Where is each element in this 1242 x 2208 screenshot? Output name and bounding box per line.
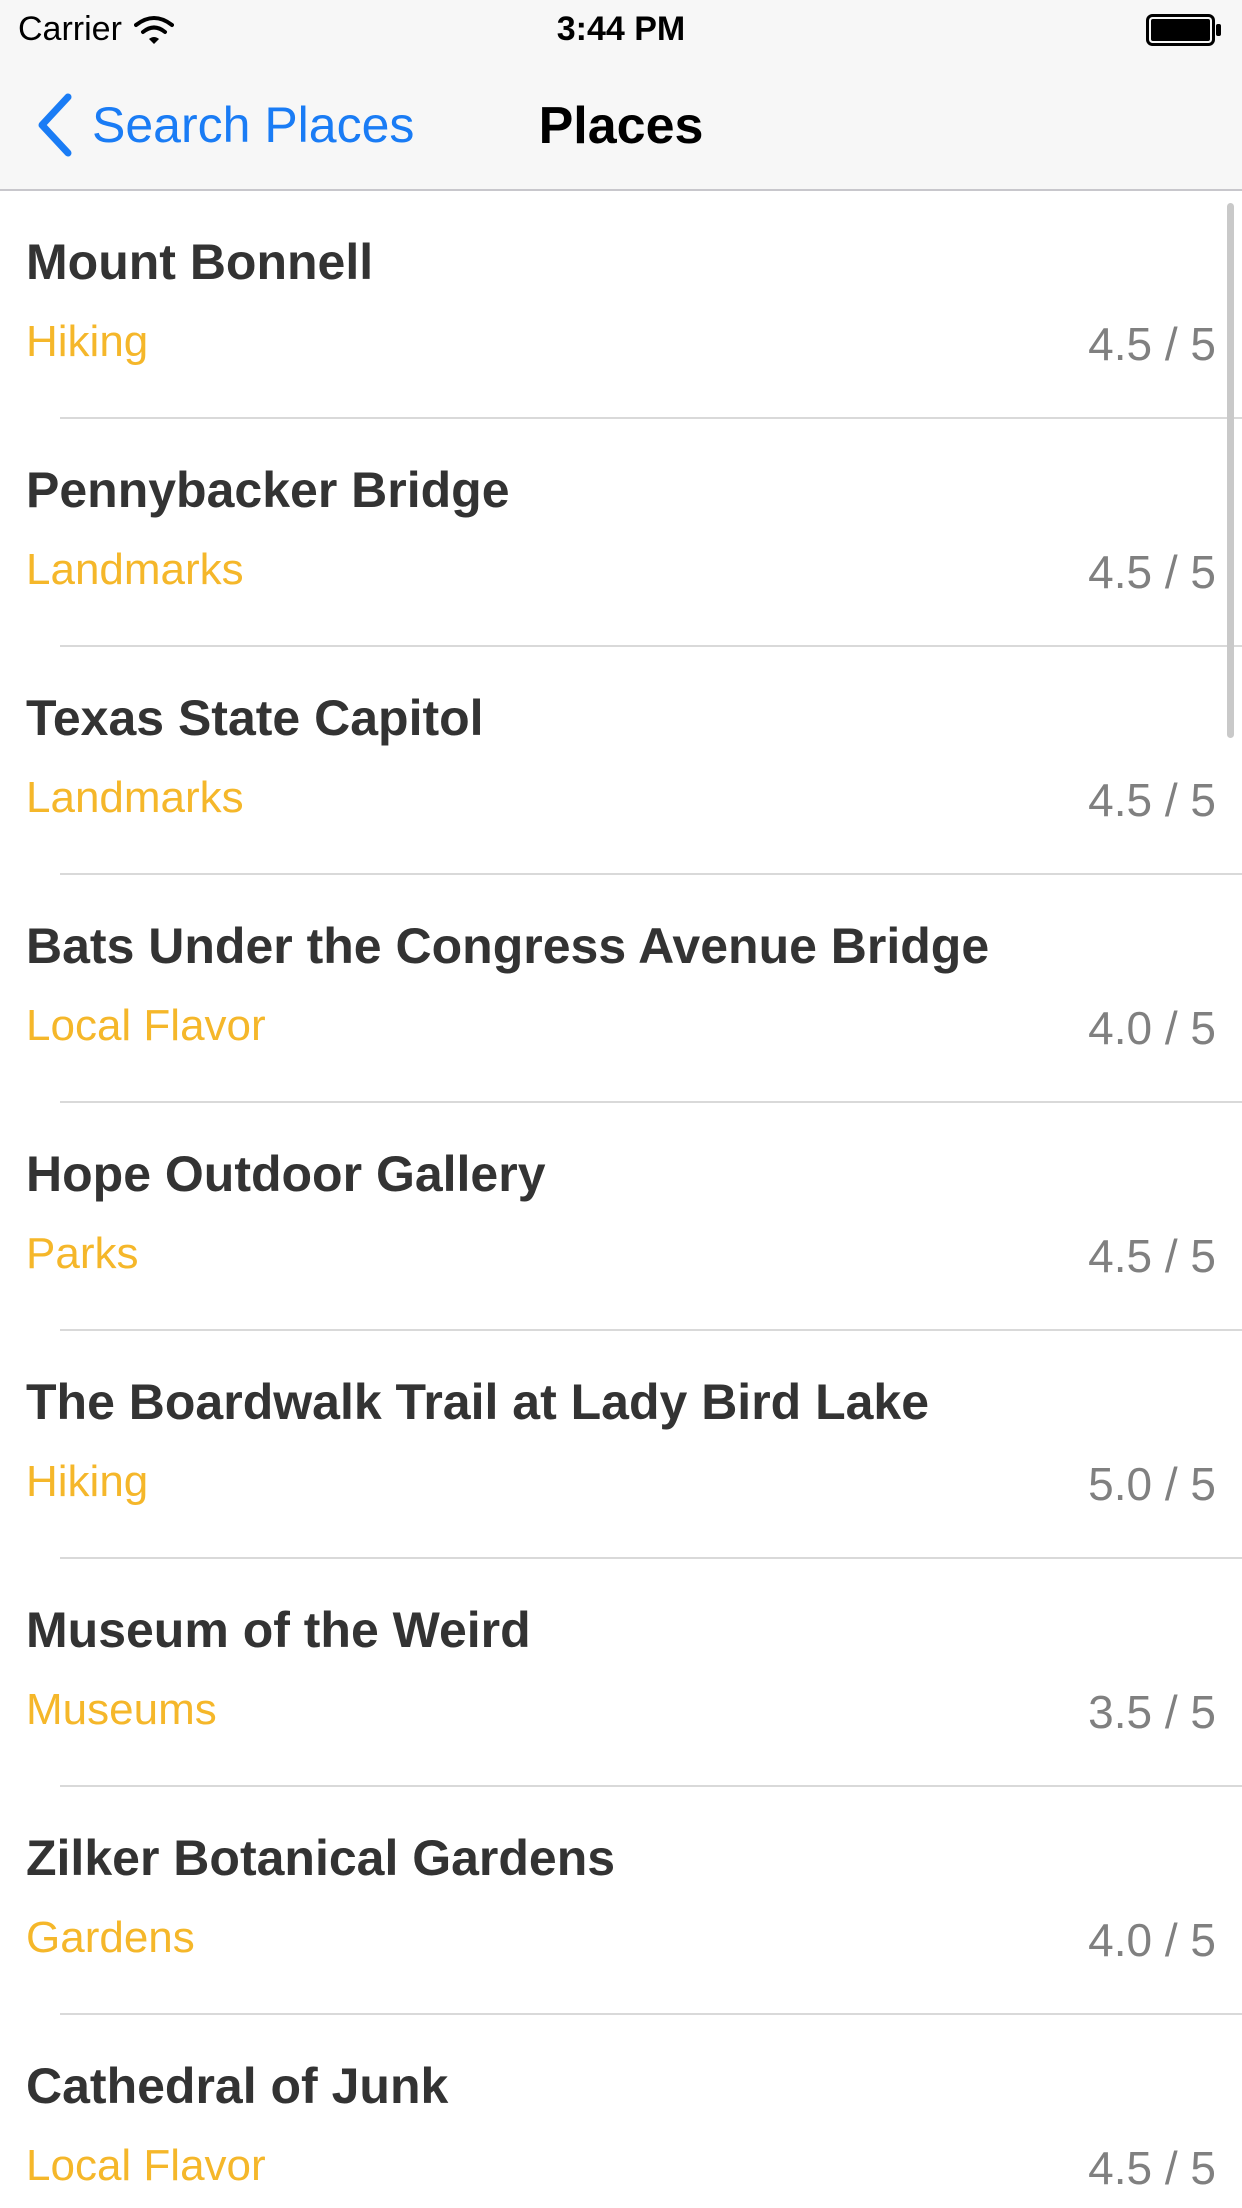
place-rating: 3.5 / 5	[1088, 1686, 1216, 1738]
list-item[interactable]: Hope Outdoor Gallery Parks 4.5 / 5	[0, 1103, 1242, 1331]
status-bar: Carrier 3:44 PM	[0, 0, 1242, 60]
place-rating: 5.0 / 5	[1088, 1458, 1216, 1510]
place-name: Pennybacker Bridge	[26, 462, 510, 518]
place-rating: 4.5 / 5	[1088, 318, 1216, 370]
page-title: Places	[538, 97, 704, 155]
place-name: Texas State Capitol	[26, 690, 484, 746]
screen: Carrier 3:44 PM Search Places Places Mou…	[0, 0, 1242, 2208]
list-item[interactable]: Zilker Botanical Gardens Gardens 4.0 / 5	[0, 1787, 1242, 2015]
place-rating: 4.5 / 5	[1088, 774, 1216, 826]
list-item[interactable]: Pennybacker Bridge Landmarks 4.5 / 5	[0, 419, 1242, 647]
list-item[interactable]: Museum of the Weird Museums 3.5 / 5	[0, 1559, 1242, 1787]
place-category: Local Flavor	[26, 1001, 266, 1050]
list-item[interactable]: Cathedral of Junk Local Flavor 4.5 / 5	[0, 2015, 1242, 2208]
place-name: Hope Outdoor Gallery	[26, 1146, 546, 1202]
status-time: 3:44 PM	[556, 10, 686, 48]
place-name: Bats Under the Congress Avenue Bridge	[26, 918, 990, 974]
list-item[interactable]: Bats Under the Congress Avenue Bridge Lo…	[0, 875, 1242, 1103]
list-item[interactable]: The Boardwalk Trail at Lady Bird Lake Hi…	[0, 1331, 1242, 1559]
list-item[interactable]: Texas State Capitol Landmarks 4.5 / 5	[0, 647, 1242, 875]
place-name: The Boardwalk Trail at Lady Bird Lake	[26, 1374, 930, 1430]
place-rating: 4.5 / 5	[1088, 2142, 1216, 2194]
place-rating: 4.5 / 5	[1088, 546, 1216, 598]
place-category: Local Flavor	[26, 2141, 266, 2190]
place-category: Landmarks	[26, 545, 244, 594]
place-name: Cathedral of Junk	[26, 2058, 449, 2114]
place-name: Zilker Botanical Gardens	[26, 1830, 616, 1886]
place-rating: 4.0 / 5	[1088, 1002, 1216, 1054]
scrollbar[interactable]	[1227, 203, 1234, 738]
places-list[interactable]: Mount Bonnell Hiking 4.5 / 5 Pennybacker…	[0, 191, 1242, 2208]
place-rating: 4.5 / 5	[1088, 1230, 1216, 1282]
battery-icon	[1146, 14, 1221, 46]
place-category: Hiking	[26, 317, 149, 366]
place-category: Museums	[26, 1685, 217, 1734]
navigation-bar: Search Places Places	[0, 60, 1242, 191]
place-category: Parks	[26, 1229, 139, 1278]
place-rating: 4.0 / 5	[1088, 1914, 1216, 1966]
place-name: Museum of the Weird	[26, 1602, 531, 1658]
place-category: Gardens	[26, 1913, 195, 1962]
place-name: Mount Bonnell	[26, 234, 374, 290]
list-item[interactable]: Mount Bonnell Hiking 4.5 / 5	[0, 191, 1242, 419]
place-category: Hiking	[26, 1457, 149, 1506]
place-category: Landmarks	[26, 773, 244, 822]
